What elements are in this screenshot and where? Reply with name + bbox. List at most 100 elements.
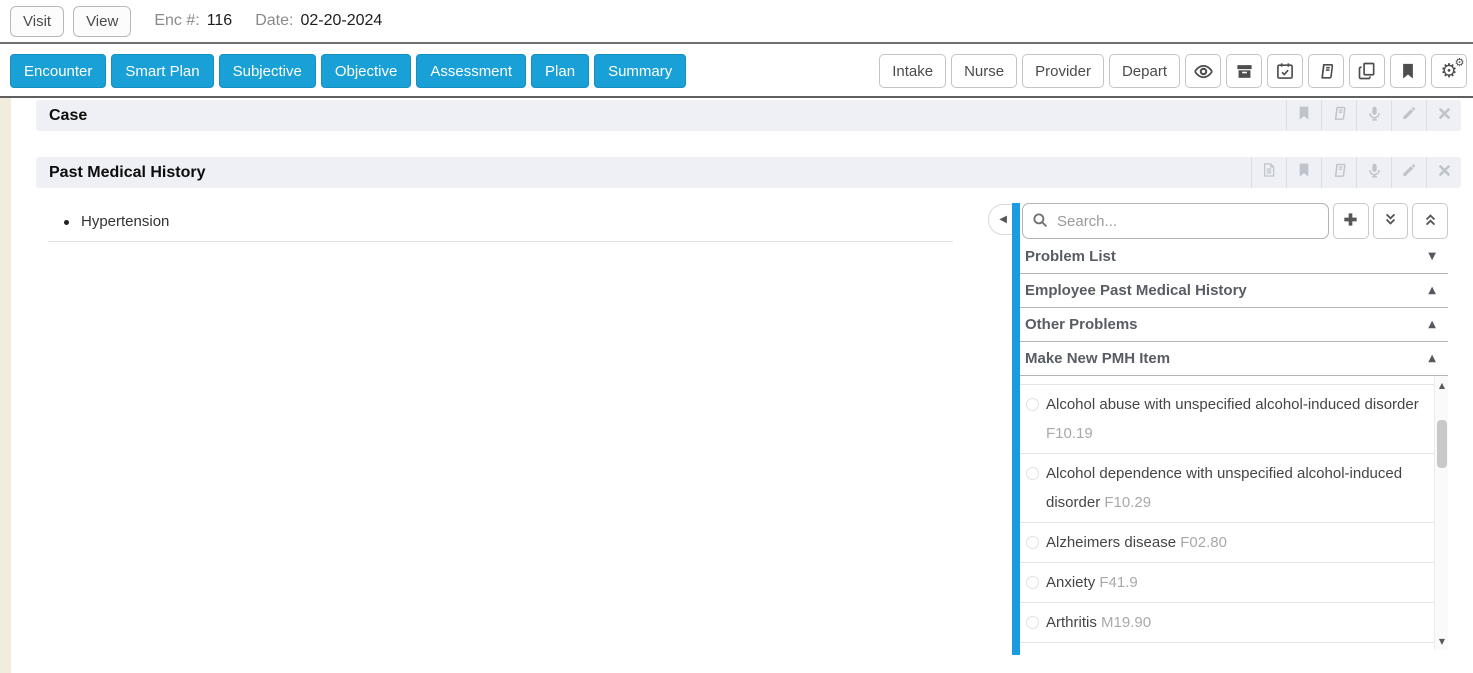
- date-value: 02-20-2024: [300, 12, 382, 30]
- intake-button[interactable]: Intake: [879, 54, 946, 88]
- scroll-down-icon[interactable]: ▼: [1435, 634, 1448, 648]
- book-button[interactable]: [1308, 54, 1344, 88]
- calendar-check-icon: [1275, 61, 1295, 81]
- caret-down-icon[interactable]: ▼: [1428, 251, 1436, 262]
- radio-icon[interactable]: [1026, 616, 1039, 629]
- gears-icon: ⚙⚙: [1440, 62, 1457, 81]
- radio-icon[interactable]: [1026, 536, 1039, 549]
- enc-value: 116: [207, 12, 233, 30]
- chevrons-down-icon: [1381, 210, 1400, 232]
- option-code: F10.29: [1104, 494, 1151, 511]
- section-label: Other Problems: [1025, 316, 1138, 333]
- pmh-option-aids[interactable]: AIDS B20: [1020, 376, 1434, 385]
- tab-summary[interactable]: Summary: [594, 54, 686, 88]
- case-section-bar: Case: [36, 100, 1461, 131]
- panel-search-row: [1022, 203, 1448, 239]
- pmh-note-button[interactable]: [1251, 157, 1286, 188]
- section-make-new-pmh[interactable]: Make New PMH Item ▲: [1020, 342, 1448, 376]
- pmh-bookmark-button[interactable]: [1286, 157, 1321, 188]
- caret-up-icon[interactable]: ▲: [1428, 353, 1436, 364]
- pmh-item-text: Hypertension: [81, 212, 169, 232]
- search-box: [1022, 203, 1329, 239]
- archive-button[interactable]: [1226, 54, 1262, 88]
- provider-button[interactable]: Provider: [1022, 54, 1104, 88]
- caret-up-icon[interactable]: ▲: [1428, 319, 1436, 330]
- pmh-option-alcohol-abuse[interactable]: Alcohol abuse with unspecified alcohol-i…: [1020, 385, 1434, 454]
- section-label: Employee Past Medical History: [1025, 282, 1247, 299]
- ehr-window: Visit View Enc #: 116 Date: 02-20-2024 E…: [0, 0, 1473, 673]
- pmh-section-bar: Past Medical History: [36, 157, 1461, 188]
- section-label: Make New PMH Item: [1025, 350, 1170, 367]
- case-book-button[interactable]: [1321, 100, 1356, 131]
- eye-button[interactable]: [1185, 54, 1221, 88]
- case-bookmark-button[interactable]: [1286, 100, 1321, 131]
- pmh-book-button[interactable]: [1321, 157, 1356, 188]
- tab-smart-plan[interactable]: Smart Plan: [111, 54, 213, 88]
- pmh-item: Hypertension: [64, 212, 169, 232]
- pmh-option-arthritis[interactable]: Arthritis M19.90: [1020, 603, 1434, 643]
- pmh-edit-button[interactable]: [1391, 157, 1426, 188]
- toolbar-right-group: Intake Nurse Provider Depart: [879, 54, 1467, 88]
- encounter-toolbar: Encounter Smart Plan Subjective Objectiv…: [0, 46, 1473, 98]
- pmh-item-list: Hypertension: [64, 212, 169, 232]
- depart-button[interactable]: Depart: [1109, 54, 1180, 88]
- bullet-icon: [64, 220, 69, 225]
- pmh-close-button[interactable]: [1426, 157, 1461, 188]
- option-name: Anxiety: [1046, 574, 1095, 591]
- bookmark-button[interactable]: [1390, 54, 1426, 88]
- option-code: F41.9: [1099, 574, 1137, 591]
- tab-encounter[interactable]: Encounter: [10, 54, 106, 88]
- pmh-item-divider: [48, 241, 953, 242]
- tab-plan[interactable]: Plan: [531, 54, 589, 88]
- case-close-button[interactable]: [1426, 100, 1461, 131]
- option-code: F10.19: [1046, 425, 1093, 442]
- options-scrollbar[interactable]: ▲ ▼: [1434, 376, 1448, 650]
- radio-icon[interactable]: [1026, 576, 1039, 589]
- collapse-all-button[interactable]: [1412, 203, 1448, 239]
- book-icon: [1331, 162, 1348, 184]
- settings-button[interactable]: ⚙⚙: [1431, 54, 1467, 88]
- book-icon: [1317, 62, 1336, 81]
- close-icon: [1437, 163, 1452, 183]
- encounter-date: Date: 02-20-2024: [255, 12, 382, 30]
- enc-label: Enc #:: [154, 12, 199, 30]
- visit-button[interactable]: Visit: [10, 6, 64, 37]
- nurse-button[interactable]: Nurse: [951, 54, 1017, 88]
- pencil-icon: [1401, 105, 1417, 126]
- archive-icon: [1235, 62, 1254, 81]
- tab-subjective[interactable]: Subjective: [219, 54, 316, 88]
- view-button[interactable]: View: [73, 6, 131, 37]
- radio-icon[interactable]: [1026, 467, 1039, 480]
- section-other-problems[interactable]: Other Problems ▲: [1020, 308, 1448, 342]
- search-input[interactable]: [1022, 203, 1329, 239]
- case-edit-button[interactable]: [1391, 100, 1426, 131]
- visit-header: Visit View Enc #: 116 Date: 02-20-2024: [0, 0, 1473, 44]
- pmh-option-alcohol-dependence[interactable]: Alcohol dependence with unspecified alco…: [1020, 454, 1434, 523]
- scroll-up-icon[interactable]: ▲: [1435, 378, 1448, 392]
- tab-objective[interactable]: Objective: [321, 54, 412, 88]
- encounter-content: Case Past Medical History: [0, 98, 1473, 673]
- panel-collapse-button[interactable]: ◀: [988, 204, 1012, 235]
- radio-icon[interactable]: [1026, 398, 1039, 411]
- case-dictate-button[interactable]: [1356, 100, 1391, 131]
- pmh-option-anxiety[interactable]: Anxiety F41.9: [1020, 563, 1434, 603]
- expand-all-button[interactable]: [1373, 203, 1409, 239]
- option-code: M19.90: [1101, 614, 1151, 631]
- scrollbar-thumb[interactable]: [1437, 420, 1447, 468]
- copy-button[interactable]: [1349, 54, 1385, 88]
- option-name: Alcohol abuse with unspecified alcohol-i…: [1046, 396, 1419, 413]
- case-actions: [1286, 100, 1461, 131]
- calendar-check-button[interactable]: [1267, 54, 1303, 88]
- date-label: Date:: [255, 12, 293, 30]
- add-item-button[interactable]: [1333, 203, 1369, 239]
- section-problem-list[interactable]: Problem List ▼: [1020, 240, 1448, 274]
- tab-assessment[interactable]: Assessment: [416, 54, 526, 88]
- copy-icon: [1357, 61, 1377, 81]
- document-icon: [1261, 162, 1277, 183]
- pmh-option-alzheimers[interactable]: Alzheimers disease F02.80: [1020, 523, 1434, 563]
- pmh-dictate-button[interactable]: [1356, 157, 1391, 188]
- section-employee-pmh[interactable]: Employee Past Medical History ▲: [1020, 274, 1448, 308]
- option-code: F02.80: [1180, 534, 1227, 551]
- caret-up-icon[interactable]: ▲: [1428, 285, 1436, 296]
- pmh-title: Past Medical History: [36, 164, 206, 182]
